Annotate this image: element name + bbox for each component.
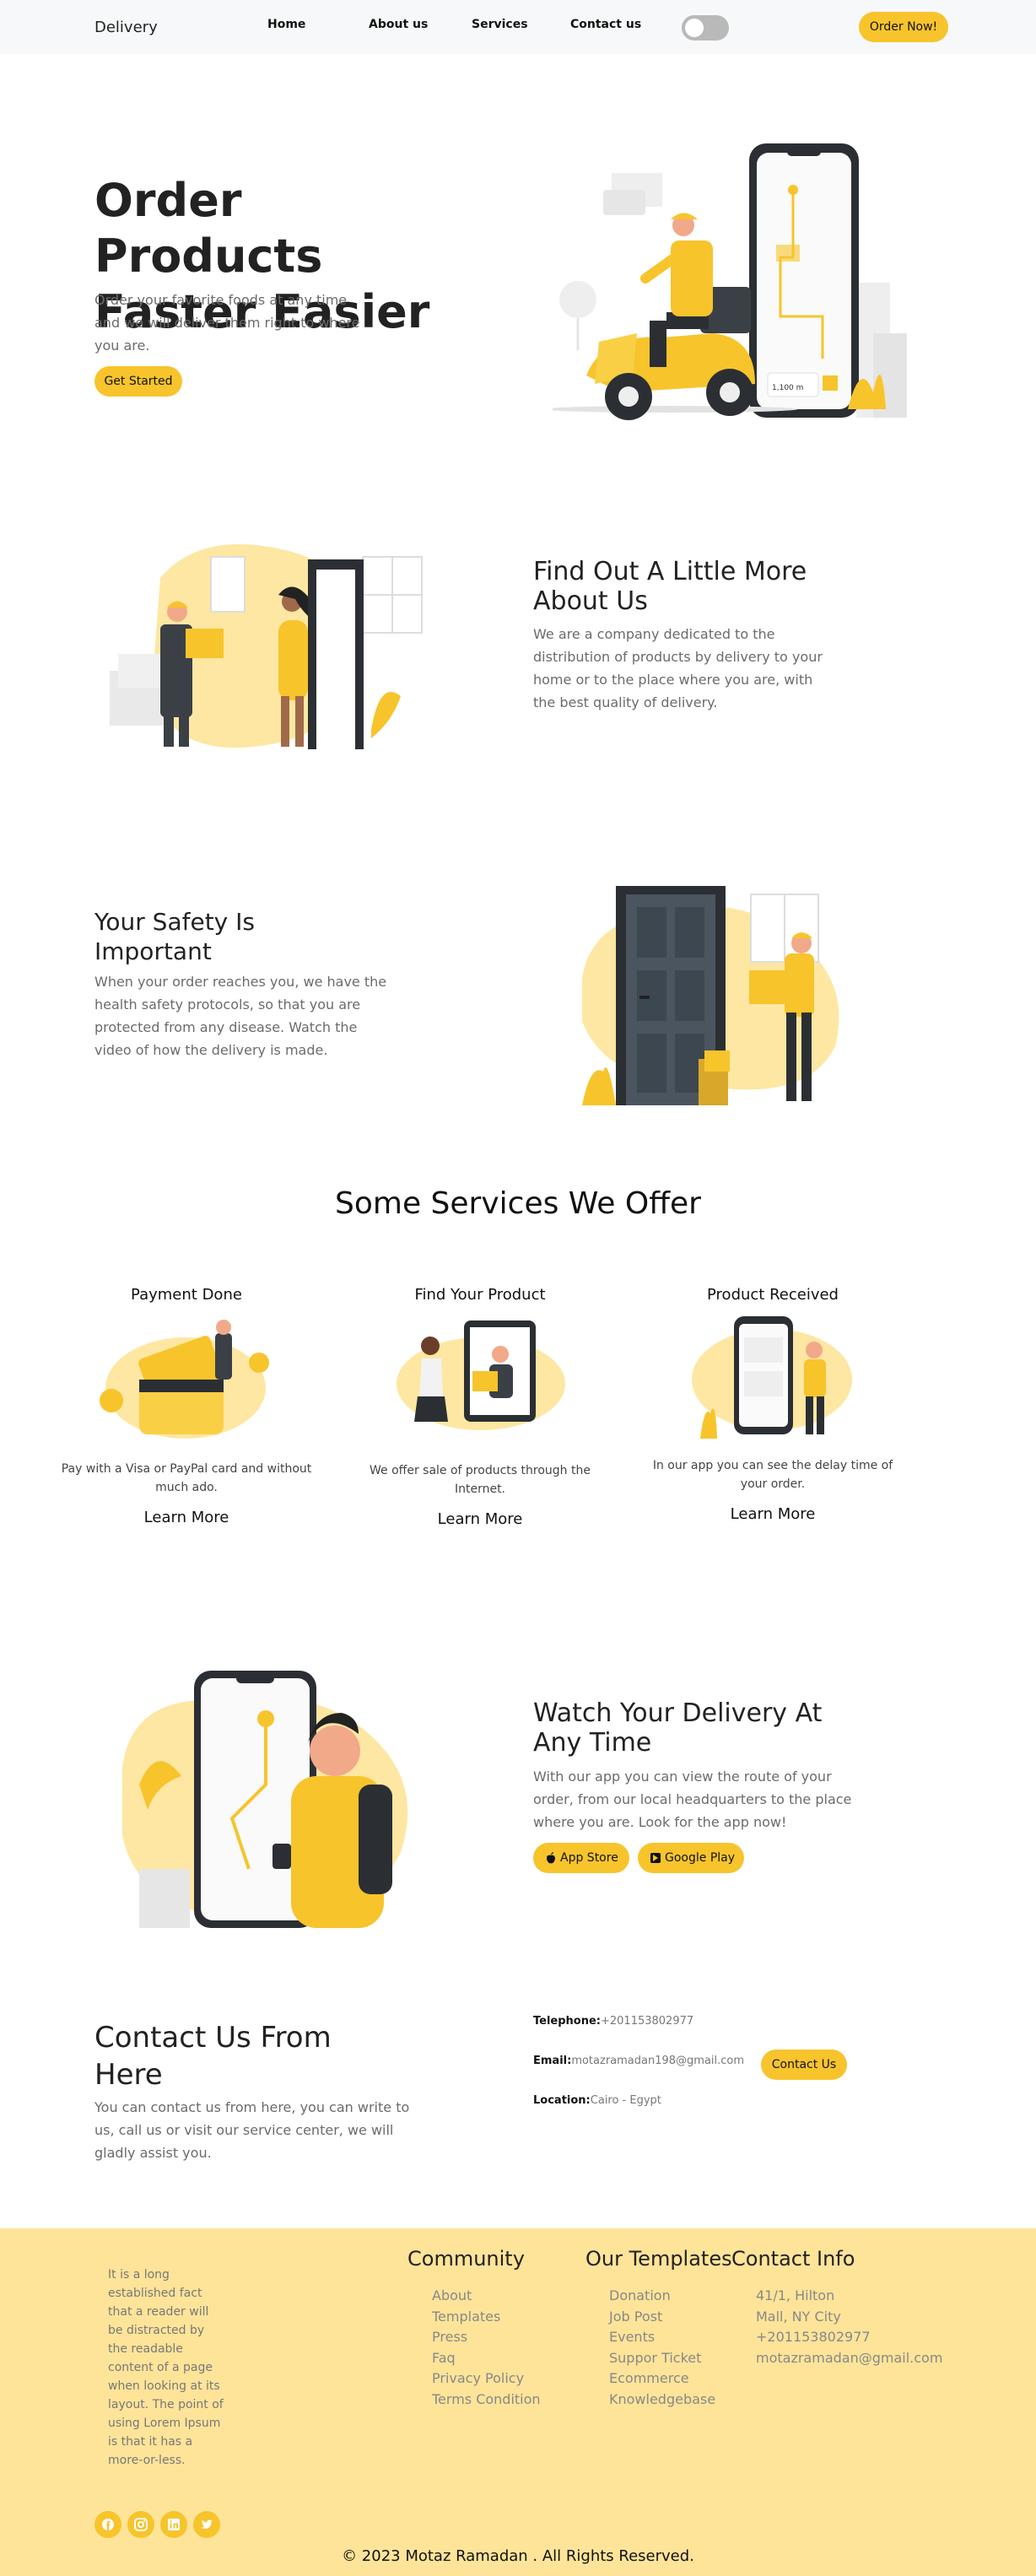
- footer: It is a long established fact that a rea…: [0, 2228, 1036, 2576]
- app-store-button[interactable]: App Store: [533, 1843, 629, 1873]
- google-play-icon: [650, 1853, 661, 1863]
- safety-title: Your Safety Is Important: [94, 908, 255, 965]
- package-handover-illustration: [110, 544, 423, 749]
- delivery-scooter-illustration: 1,100 m: [553, 143, 907, 420]
- footer-contact-title: Contact Info: [731, 2247, 855, 2271]
- footer-community-title: Community: [407, 2247, 525, 2271]
- location-label: Location:: [533, 2094, 591, 2107]
- location-value: Cairo - Egypt: [590, 2094, 661, 2107]
- footer-address-line1: 41/1, Hilton: [756, 2287, 835, 2303]
- toggle-knob: [685, 19, 704, 37]
- footer-address-line2: Mall, NY City: [756, 2308, 841, 2325]
- service-name-payment: Payment Done: [131, 1286, 242, 1304]
- product-received-illustration: [692, 1316, 852, 1439]
- google-play-button[interactable]: Google Play: [638, 1843, 744, 1873]
- app-store-label: App Store: [560, 1851, 618, 1865]
- find-product-illustration: [397, 1320, 565, 1430]
- footer-link-donation[interactable]: Donation: [609, 2286, 715, 2307]
- footer-link-terms[interactable]: Terms Condition: [432, 2390, 541, 2411]
- contact-location-row: Location:Cairo - Egypt: [533, 2094, 661, 2107]
- learn-more-find-product[interactable]: Learn More: [353, 1510, 607, 1528]
- footer-link-faq[interactable]: Faq: [432, 2348, 541, 2369]
- service-desc-product-received: In our app you can see the delay time of…: [652, 1459, 893, 1491]
- footer-community-list: About Templates Press Faq Privacy Policy…: [432, 2286, 541, 2411]
- about-text: We are a company dedicated to the distri…: [533, 626, 823, 710]
- nav-link-services[interactable]: Services: [472, 18, 528, 31]
- nav-link-about[interactable]: About us: [369, 18, 428, 31]
- contact-title: Contact Us From Here: [94, 2021, 332, 2092]
- telephone-label: Telephone:: [533, 2015, 601, 2028]
- footer-email[interactable]: motazramadan@gmail.com: [756, 2348, 942, 2369]
- footer-phone[interactable]: +201153802977: [756, 2327, 942, 2348]
- footer-link-events[interactable]: Events: [609, 2327, 715, 2348]
- facebook-icon[interactable]: [94, 2511, 121, 2538]
- app-title: Watch Your Delivery At Any Time: [533, 1698, 823, 1758]
- brand-logo[interactable]: Delivery: [94, 19, 158, 36]
- services-title: Some Services We Offer: [335, 1186, 701, 1221]
- footer-templates-title: Our Templates: [585, 2247, 732, 2271]
- google-play-label: Google Play: [665, 1851, 736, 1865]
- phone-distance-text: 1,100 m: [772, 384, 803, 392]
- service-desc-payment: Pay with a Visa or PayPal card and witho…: [61, 1462, 312, 1494]
- footer-link-knowledgebase[interactable]: Knowledgebase: [609, 2390, 715, 2411]
- app-text: With our app you can view the route of y…: [533, 1769, 852, 1830]
- app-tracking-illustration: [122, 1671, 408, 1928]
- footer-link-support-ticket[interactable]: Suppor Ticket: [609, 2348, 715, 2369]
- learn-more-payment[interactable]: Learn More: [60, 1509, 313, 1526]
- footer-link-job-post[interactable]: Job Post: [609, 2307, 715, 2328]
- order-now-button[interactable]: Order Now!: [859, 12, 948, 42]
- footer-templates-list: Donation Job Post Events Suppor Ticket E…: [609, 2286, 715, 2411]
- get-started-button[interactable]: Get Started: [94, 366, 182, 397]
- footer-link-templates[interactable]: Templates: [432, 2307, 541, 2328]
- service-name-find-product: Find Your Product: [414, 1286, 546, 1304]
- theme-toggle[interactable]: [682, 15, 729, 41]
- twitter-icon[interactable]: [193, 2511, 220, 2538]
- footer-contact-list: 41/1, Hilton Mall, NY City +201153802977…: [756, 2286, 942, 2368]
- email-label: Email:: [533, 2055, 572, 2067]
- nav-link-contact[interactable]: Contact us: [570, 18, 641, 31]
- email-value[interactable]: motazramadan198@gmail.com: [571, 2055, 744, 2067]
- contact-email-row: Email:motazramadan198@gmail.com: [533, 2055, 744, 2067]
- footer-link-press[interactable]: Press: [432, 2327, 541, 2348]
- footer-link-privacy[interactable]: Privacy Policy: [432, 2368, 541, 2390]
- door-delivery-illustration: [582, 886, 839, 1105]
- safety-text: When your order reaches you, we have the…: [94, 974, 387, 1058]
- hero-text: Order your favorite foods at any time an…: [94, 292, 360, 354]
- learn-more-product-received[interactable]: Learn More: [646, 1505, 899, 1523]
- contact-us-button[interactable]: Contact Us: [761, 2049, 847, 2080]
- navbar: Delivery Home About us Services Contact …: [0, 0, 1036, 54]
- service-desc-find-product: We offer sale of products through the In…: [370, 1464, 591, 1496]
- about-title: Find Out A Little More About Us: [533, 557, 807, 616]
- copyright-text: © 2023 Motaz Ramadan . All Rights Reserv…: [342, 2547, 694, 2565]
- payment-illustration: [100, 1320, 269, 1439]
- telephone-value[interactable]: +201153802977: [601, 2015, 693, 2028]
- contact-text: You can contact us from here, you can wr…: [94, 2099, 410, 2161]
- service-name-product-received: Product Received: [707, 1286, 839, 1304]
- contact-telephone-row: Telephone:+201153802977: [533, 2015, 693, 2028]
- footer-about-text: It is a long established fact that a rea…: [108, 2268, 224, 2467]
- apple-icon: [546, 1852, 556, 1864]
- footer-link-about[interactable]: About: [432, 2286, 541, 2307]
- linkedin-icon[interactable]: [160, 2511, 187, 2538]
- footer-link-ecommerce[interactable]: Ecommerce: [609, 2368, 715, 2390]
- nav-link-home[interactable]: Home: [267, 18, 305, 31]
- instagram-icon[interactable]: [127, 2511, 154, 2538]
